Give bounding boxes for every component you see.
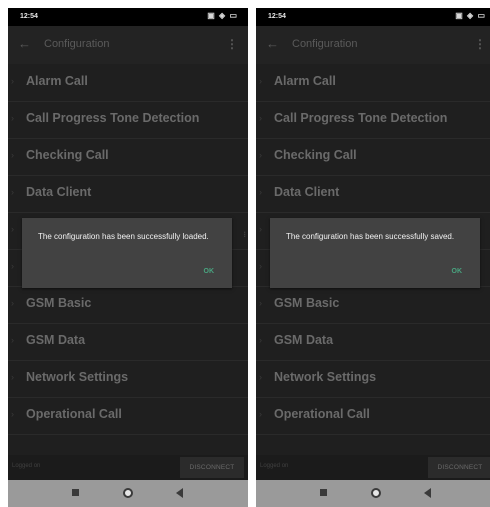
chevron-right-icon: › — [11, 76, 14, 86]
battery-icon: ▭ — [477, 11, 486, 20]
chevron-right-icon: › — [259, 298, 262, 308]
recent-apps-icon[interactable] — [320, 489, 327, 496]
menu-item[interactable]: › Data Client — [256, 175, 490, 213]
menu-item-label: Network Settings — [274, 370, 377, 384]
chevron-right-icon: › — [11, 298, 14, 308]
disconnect-button[interactable]: DISCONNECT — [180, 457, 244, 478]
menu-item[interactable]: › Checking Call — [8, 138, 248, 176]
chevron-right-icon: › — [259, 113, 262, 123]
chevron-right-icon: › — [259, 76, 262, 86]
chevron-right-icon: › — [259, 372, 262, 382]
menu-item-label: Call Progress Tone Detection — [26, 111, 200, 125]
chevron-right-icon: › — [11, 261, 14, 271]
alert-dialog: The configuration has been successfully … — [270, 218, 480, 288]
menu-item-label: Alarm Call — [274, 74, 336, 88]
chevron-right-icon: › — [259, 224, 262, 234]
dialog-message: The configuration has been successfully … — [286, 232, 455, 241]
page-title: Configuration — [44, 38, 110, 50]
status-icons: ▣ ◈ ▭ — [207, 11, 238, 20]
menu-item[interactable]: › GSM Data — [256, 323, 490, 361]
bottom-status-bar: Logged on DISCONNECT — [8, 455, 248, 480]
phone-screen-loaded: 12:54 ▣ ◈ ▭ ← Configuration ⋮ › Alarm Ca… — [8, 8, 248, 507]
menu-item[interactable]: › Checking Call — [256, 138, 490, 176]
ok-button[interactable]: OK — [452, 268, 463, 275]
back-triangle-icon[interactable] — [424, 488, 431, 498]
menu-item-label: Checking Call — [26, 148, 109, 162]
dialog-message: The configuration has been successfully … — [38, 232, 209, 241]
back-arrow-icon[interactable]: ← — [266, 36, 279, 51]
back-arrow-icon[interactable]: ← — [18, 36, 31, 51]
menu-item-label: GSM Data — [26, 333, 86, 347]
disconnect-button[interactable]: DISCONNECT — [428, 457, 490, 478]
menu-item-label: Network Settings — [26, 370, 129, 384]
side-edge-icon: ⁝ — [243, 230, 246, 239]
menu-item[interactable]: › Call Progress Tone Detection — [8, 101, 248, 139]
menu-item-label: Operational Call — [274, 407, 370, 421]
menu-item[interactable]: › Network Settings — [8, 360, 248, 398]
chevron-right-icon: › — [11, 113, 14, 123]
menu-item-label: Alarm Call — [26, 74, 88, 88]
vibrate-icon: ▣ — [455, 11, 464, 20]
chevron-right-icon: › — [11, 335, 14, 345]
menu-item[interactable]: › Alarm Call — [8, 64, 248, 102]
menu-item-label: GSM Data — [274, 333, 334, 347]
battery-icon: ▭ — [229, 11, 238, 20]
menu-item[interactable]: › Network Settings — [256, 360, 490, 398]
recent-apps-icon[interactable] — [72, 489, 79, 496]
app-bar: ← Configuration ⋮ — [8, 26, 248, 64]
wifi-icon: ◈ — [219, 11, 227, 20]
menu-item[interactable]: › GSM Basic — [256, 286, 490, 324]
menu-item[interactable]: › GSM Data — [8, 323, 248, 361]
home-icon[interactable] — [371, 488, 381, 498]
chevron-right-icon: › — [259, 187, 262, 197]
chevron-right-icon: › — [11, 187, 14, 197]
chevron-right-icon: › — [259, 409, 262, 419]
menu-item-label: Data Client — [274, 185, 340, 199]
bottom-status-bar: Logged on DISCONNECT — [256, 455, 490, 480]
menu-item-label: Data Client — [26, 185, 92, 199]
menu-item[interactable]: › Alarm Call — [256, 64, 490, 102]
system-nav-bar — [256, 480, 490, 507]
status-time: 12:54 — [20, 13, 38, 20]
wifi-icon: ◈ — [467, 11, 475, 20]
alert-dialog: The configuration has been successfully … — [22, 218, 232, 288]
connection-status: Logged on — [260, 463, 289, 469]
menu-item-label: Checking Call — [274, 148, 357, 162]
chevron-right-icon: › — [259, 261, 262, 271]
chevron-right-icon: › — [11, 224, 14, 234]
status-icons: ▣ ◈ ▭ — [455, 11, 486, 20]
chevron-right-icon: › — [259, 150, 262, 160]
back-triangle-icon[interactable] — [176, 488, 183, 498]
menu-item[interactable]: › Data Client — [8, 175, 248, 213]
menu-item-label: GSM Basic — [26, 296, 92, 310]
overflow-menu-icon[interactable]: ⋮ — [226, 37, 238, 51]
status-bar: 12:54 ▣ ◈ ▭ — [256, 8, 490, 26]
menu-item[interactable]: › Call Progress Tone Detection — [256, 101, 490, 139]
chevron-right-icon: › — [259, 335, 262, 345]
home-icon[interactable] — [123, 488, 133, 498]
menu-item-label: GSM Basic — [274, 296, 340, 310]
page-title: Configuration — [292, 38, 358, 50]
chevron-right-icon: › — [11, 372, 14, 382]
ok-button[interactable]: OK — [204, 268, 215, 275]
menu-item[interactable]: › Operational Call — [256, 397, 490, 435]
menu-item[interactable]: › GSM Basic — [8, 286, 248, 324]
phone-screen-saved: 12:54 ▣ ◈ ▭ ← Configuration ⋮ › Alarm Ca… — [256, 8, 490, 507]
app-bar: ← Configuration ⋮ — [256, 26, 490, 64]
status-bar: 12:54 ▣ ◈ ▭ — [8, 8, 248, 26]
vibrate-icon: ▣ — [207, 11, 216, 20]
system-nav-bar — [8, 480, 248, 507]
chevron-right-icon: › — [11, 409, 14, 419]
menu-item[interactable]: › Operational Call — [8, 397, 248, 435]
menu-item-label: Call Progress Tone Detection — [274, 111, 448, 125]
menu-item-label: Operational Call — [26, 407, 122, 421]
connection-status: Logged on — [12, 463, 41, 469]
overflow-menu-icon[interactable]: ⋮ — [474, 37, 486, 51]
status-time: 12:54 — [268, 13, 286, 20]
chevron-right-icon: › — [11, 150, 14, 160]
